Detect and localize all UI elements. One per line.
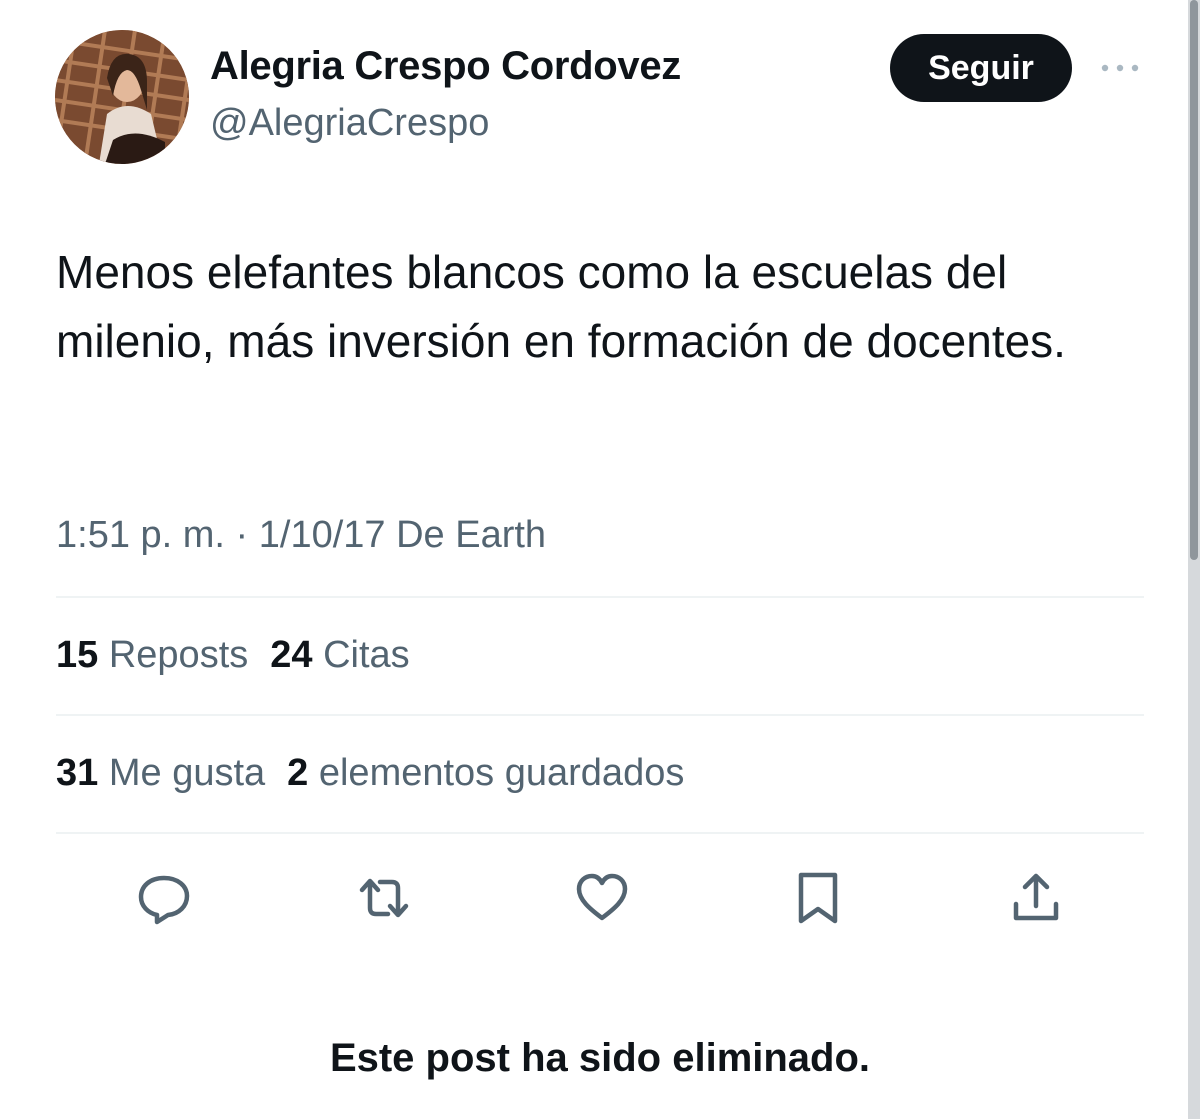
stats-row-likes: 31 Me gusta 2 elementos guardados [56,752,706,795]
reply-button[interactable] [132,866,196,930]
bookmarks-stat[interactable]: 2 elementos guardados [287,752,684,795]
bookmark-button[interactable] [786,866,850,930]
likes-count: 31 [56,752,99,794]
author-name[interactable]: Alegria Crespo Cordovez [210,44,681,89]
scrollbar-track[interactable] [1188,0,1200,1119]
reply-icon [138,875,190,925]
bookmark-icon [798,872,838,924]
more-options-button[interactable] [1096,54,1144,82]
quotes-label: Citas [323,634,410,676]
repost-button[interactable] [352,866,416,930]
post-text: Menos elefantes blancos como la escuelas… [56,246,1066,367]
post-deleted-notice: Este post ha sido eliminado. [329,1036,871,1080]
likes-stat[interactable]: 31 Me gusta [56,752,265,795]
like-icon [576,873,628,921]
author-handle[interactable]: @AlegriaCrespo [210,102,489,145]
divider [56,596,1144,598]
like-button[interactable] [570,866,634,930]
follow-button[interactable]: Seguir [890,34,1072,102]
quotes-count: 24 [270,634,313,676]
divider [56,714,1144,716]
quotes-stat[interactable]: 24 Citas [270,634,409,677]
avatar[interactable] [55,30,189,164]
bookmarks-label: elementos guardados [318,752,685,794]
reposts-label: Reposts [108,634,249,676]
scrollbar-thumb[interactable] [1190,0,1198,560]
stats-row-reposts: 15 Reposts 24 Citas [56,634,432,677]
post-timestamp[interactable]: 1:51 p. m. · 1/10/17 De Earth [56,514,546,557]
more-horizontal-icon [1101,64,1139,72]
reposts-stat[interactable]: 15 Reposts [56,634,248,677]
share-icon [1013,873,1059,921]
share-button[interactable] [1004,866,1068,930]
bookmarks-count: 2 [287,752,309,794]
repost-icon [359,878,409,918]
divider [56,832,1144,834]
post-detail-view: Alegria Crespo Cordovez @AlegriaCrespo S… [0,0,1200,1119]
reposts-count: 15 [56,634,99,676]
avatar-image [55,30,189,164]
likes-label: Me gusta [108,752,266,794]
